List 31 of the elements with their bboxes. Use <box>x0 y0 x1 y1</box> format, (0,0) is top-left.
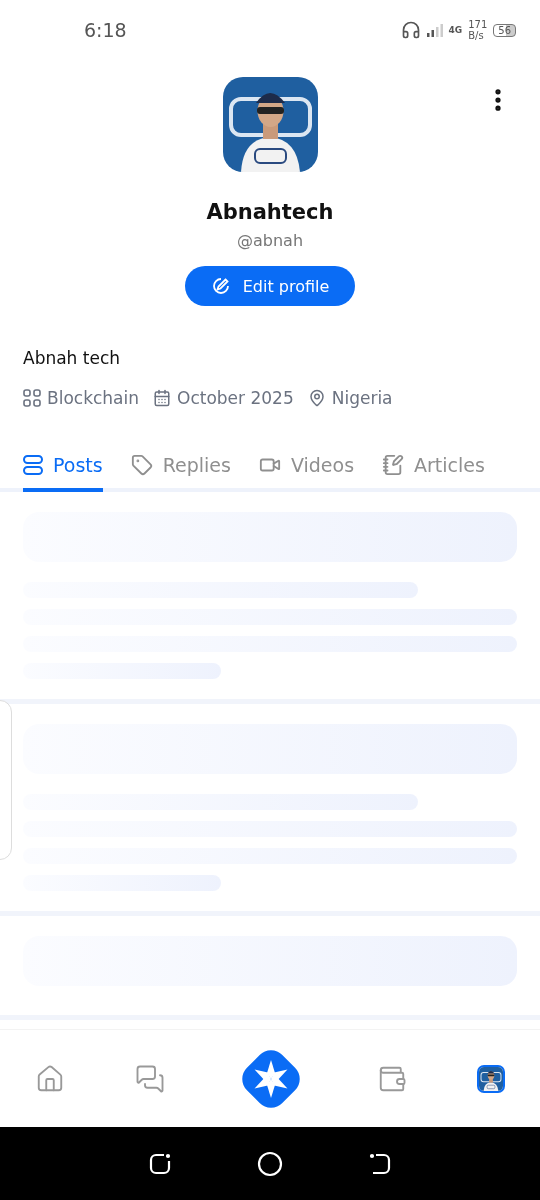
profile-detail: October 2025 <box>177 388 294 408</box>
back-icon[interactable] <box>368 1151 393 1176</box>
profile-name: Abnahtech <box>206 200 334 224</box>
profile-handle: @abnah <box>236 231 303 250</box>
profile-tab[interactable]: Posts <box>23 454 103 492</box>
recent-apps-icon[interactable] <box>147 1151 172 1176</box>
profile-detail: Nigeria <box>331 388 393 408</box>
profile-bio: Abnah tech <box>23 348 122 368</box>
home-circle-icon[interactable] <box>257 1150 283 1177</box>
star-icon <box>254 1059 288 1098</box>
signal-icon <box>426 23 443 37</box>
notebook-icon <box>382 454 405 476</box>
home-icon[interactable] <box>35 1063 65 1094</box>
edit-icon <box>210 276 231 296</box>
calendar-icon <box>153 389 171 407</box>
edit-profile-button[interactable]: Edit profile <box>184 266 356 306</box>
battery-level: 56 <box>493 23 516 37</box>
clock-time: 6:18 <box>84 19 127 41</box>
network-speed: 171 B/s <box>468 19 488 41</box>
stacked-bars-icon <box>23 455 43 475</box>
headphones-icon <box>400 20 421 40</box>
tag-icon <box>130 454 153 476</box>
location-pin-icon <box>307 389 326 407</box>
profile-detail: Blockchain <box>47 388 139 408</box>
profile-tab[interactable]: Videos <box>258 454 355 492</box>
chat-bubbles-icon[interactable] <box>135 1063 165 1094</box>
apps-icon <box>23 389 41 407</box>
profile-tab[interactable]: Articles <box>382 454 485 492</box>
profile-tab[interactable]: Replies <box>130 454 231 492</box>
profile-avatar[interactable] <box>477 1064 505 1093</box>
network-type: 4G <box>448 25 463 35</box>
